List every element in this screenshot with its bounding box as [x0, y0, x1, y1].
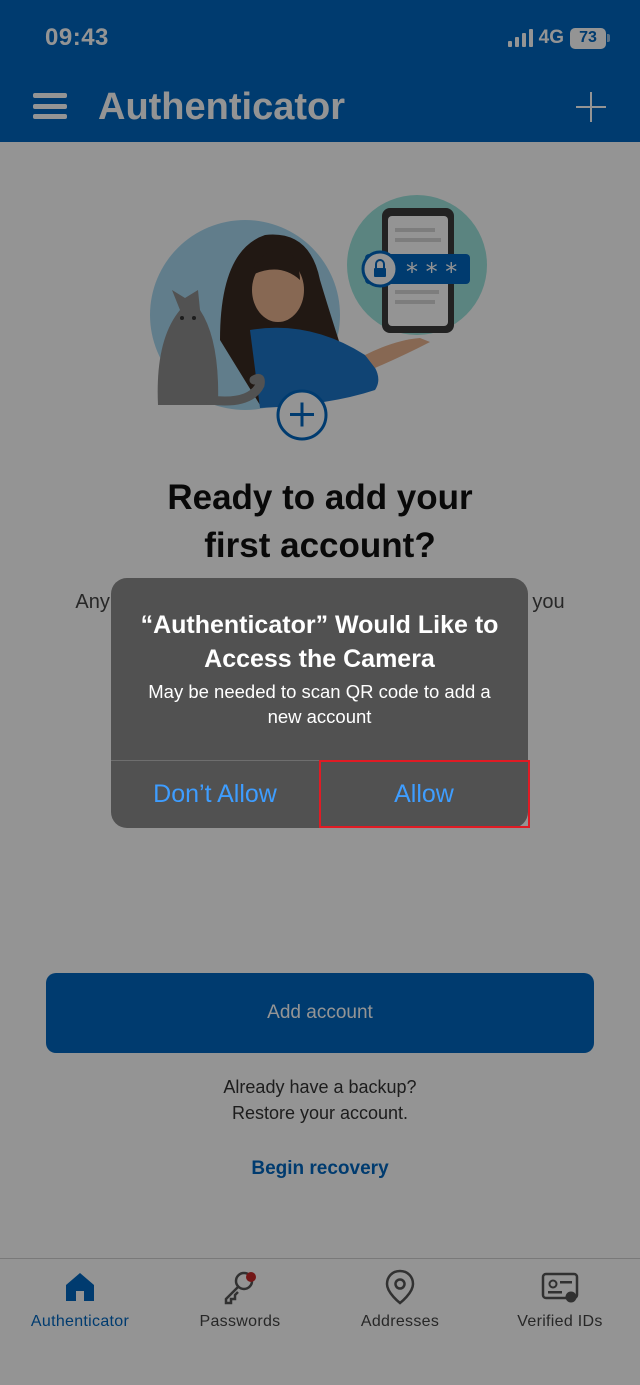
- dialog-title: “Authenticator” Would Like to Access the…: [140, 611, 499, 673]
- dont-allow-button[interactable]: Don’t Allow: [111, 761, 319, 828]
- dialog-message: May be needed to scan QR code to add a n…: [148, 681, 491, 727]
- allow-highlight-box: [319, 760, 530, 828]
